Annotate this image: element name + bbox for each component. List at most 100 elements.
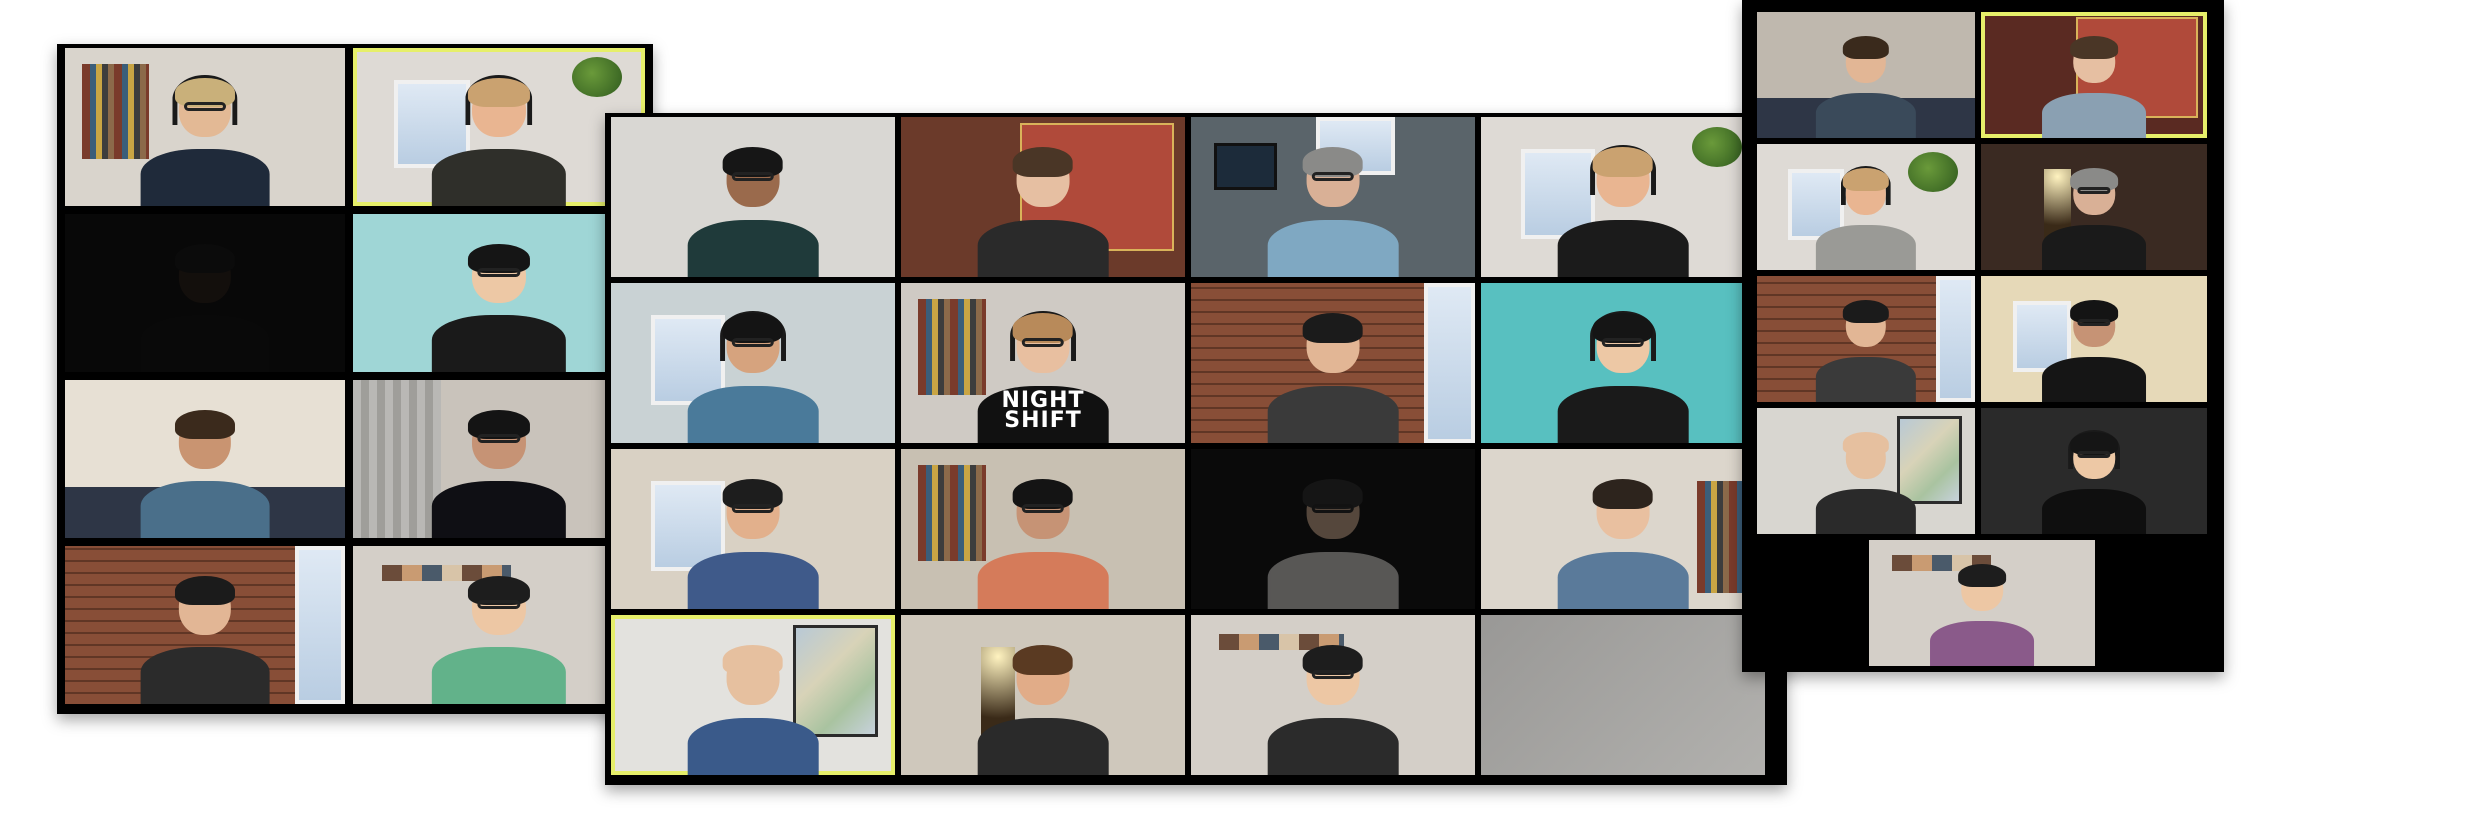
glasses-icon	[2077, 187, 2111, 195]
video-tile-participant-31[interactable]	[1757, 408, 1975, 534]
participant-figure	[1930, 563, 2034, 666]
participant-figure	[687, 147, 819, 277]
video-tile-participant-28[interactable]	[1981, 144, 2207, 270]
hair	[722, 645, 784, 676]
glasses-icon	[1312, 504, 1354, 513]
hair	[1012, 147, 1074, 178]
torso	[2042, 488, 2146, 534]
torso	[1557, 551, 1689, 609]
hair	[1958, 563, 2006, 588]
bookshelf	[918, 465, 987, 561]
shirt-print: NIGHT SHIFT	[1001, 387, 1085, 433]
torso	[1815, 92, 1917, 138]
video-tile-participant-11[interactable]	[1191, 117, 1475, 277]
participant-figure: NIGHT SHIFT	[977, 310, 1109, 443]
video-tile-participant-4[interactable]	[353, 214, 645, 372]
video-tile-participant-14[interactable]: NIGHT SHIFT	[901, 283, 1185, 443]
video-tile-participant-24[interactable]	[1481, 615, 1765, 775]
video-tile-participant-6[interactable]	[353, 380, 645, 538]
video-tile-participant-22[interactable]	[901, 615, 1185, 775]
video-tile-participant-27[interactable]	[1757, 144, 1975, 270]
participant-figure	[431, 409, 567, 538]
video-tile-participant-9[interactable]	[611, 117, 895, 277]
glasses-icon	[184, 102, 226, 112]
hair	[1592, 147, 1654, 178]
participant-figure	[687, 645, 819, 775]
video-tile-participant-33[interactable]	[1869, 540, 2095, 666]
video-tile-participant-18[interactable]	[901, 449, 1185, 609]
torso	[1267, 385, 1399, 443]
video-tile-participant-7[interactable]	[65, 546, 345, 704]
participant-figure	[2042, 35, 2146, 138]
participant-figure	[431, 575, 567, 704]
torso	[431, 149, 567, 206]
video-tile-participant-19[interactable]	[1191, 449, 1475, 609]
video-tile-participant-1[interactable]	[65, 48, 345, 206]
video-tile-participant-15[interactable]	[1191, 283, 1475, 443]
video-tile-participant-25[interactable]	[1757, 12, 1975, 138]
hair	[1842, 299, 1890, 324]
video-tile-participant-3[interactable]	[65, 214, 345, 372]
hair	[175, 409, 235, 440]
video-tile-participant-16[interactable]	[1481, 283, 1765, 443]
video-tile-participant-2[interactable]	[353, 48, 645, 206]
video-tile-participant-30[interactable]	[1981, 276, 2207, 402]
video-tile-participant-10[interactable]	[901, 117, 1185, 277]
glasses-icon	[732, 338, 774, 347]
center-gallery-grid: NIGHT SHIFT	[611, 117, 1781, 781]
torso	[2042, 92, 2146, 138]
participant-figure	[140, 75, 270, 206]
torso	[1267, 717, 1399, 775]
video-tile-participant-21[interactable]	[611, 615, 895, 775]
participant-figure	[2042, 299, 2146, 402]
participant-figure	[1267, 313, 1399, 443]
torso	[140, 149, 270, 206]
glasses-icon	[1602, 338, 1644, 347]
participant-figure	[1267, 147, 1399, 277]
torso	[687, 551, 819, 609]
video-tile-participant-26[interactable]	[1981, 12, 2207, 138]
video-tile-participant-29[interactable]	[1757, 276, 1975, 402]
glasses-icon	[477, 600, 521, 610]
hair	[1842, 167, 1890, 192]
glasses-icon	[732, 504, 774, 513]
participant-figure	[1267, 645, 1399, 775]
participant-figure	[1557, 310, 1689, 443]
video-tile-participant-23[interactable]	[1191, 615, 1475, 775]
torso	[1557, 219, 1689, 277]
participant-figure	[1557, 479, 1689, 609]
bookshelf	[81, 63, 149, 159]
participant-figure	[2042, 167, 2146, 270]
hair	[468, 77, 530, 108]
video-tile-participant-17[interactable]	[611, 449, 895, 609]
video-tile-participant-13[interactable]	[611, 283, 895, 443]
torso	[1930, 620, 2034, 666]
plant	[1692, 126, 1743, 167]
torso	[1815, 356, 1917, 402]
torso	[1815, 224, 1917, 270]
glasses-icon	[477, 434, 521, 444]
glasses-icon	[1312, 172, 1354, 181]
hair	[2070, 35, 2118, 60]
participant-figure	[687, 310, 819, 443]
hair	[1842, 431, 1890, 456]
participant-figure	[1815, 35, 1917, 138]
glasses-icon	[732, 172, 774, 181]
participant-figure	[1815, 165, 1917, 270]
hair	[1592, 479, 1654, 510]
participant-figure	[977, 645, 1109, 775]
participant-figure	[140, 409, 270, 538]
video-tile-participant-8[interactable]	[353, 546, 645, 704]
video-tile-participant-32[interactable]	[1981, 408, 2207, 534]
center-gallery-window: NIGHT SHIFT	[605, 113, 1787, 785]
video-tile-participant-20[interactable]	[1481, 449, 1765, 609]
window-pane	[1423, 283, 1475, 443]
hair	[1012, 645, 1074, 676]
video-tile-participant-12[interactable]	[1481, 117, 1765, 277]
torso	[140, 481, 270, 538]
video-tile-participant-5[interactable]	[65, 380, 345, 538]
hair	[1842, 35, 1890, 60]
participant-figure	[2042, 429, 2146, 534]
plant	[571, 57, 622, 98]
torso	[140, 647, 270, 704]
